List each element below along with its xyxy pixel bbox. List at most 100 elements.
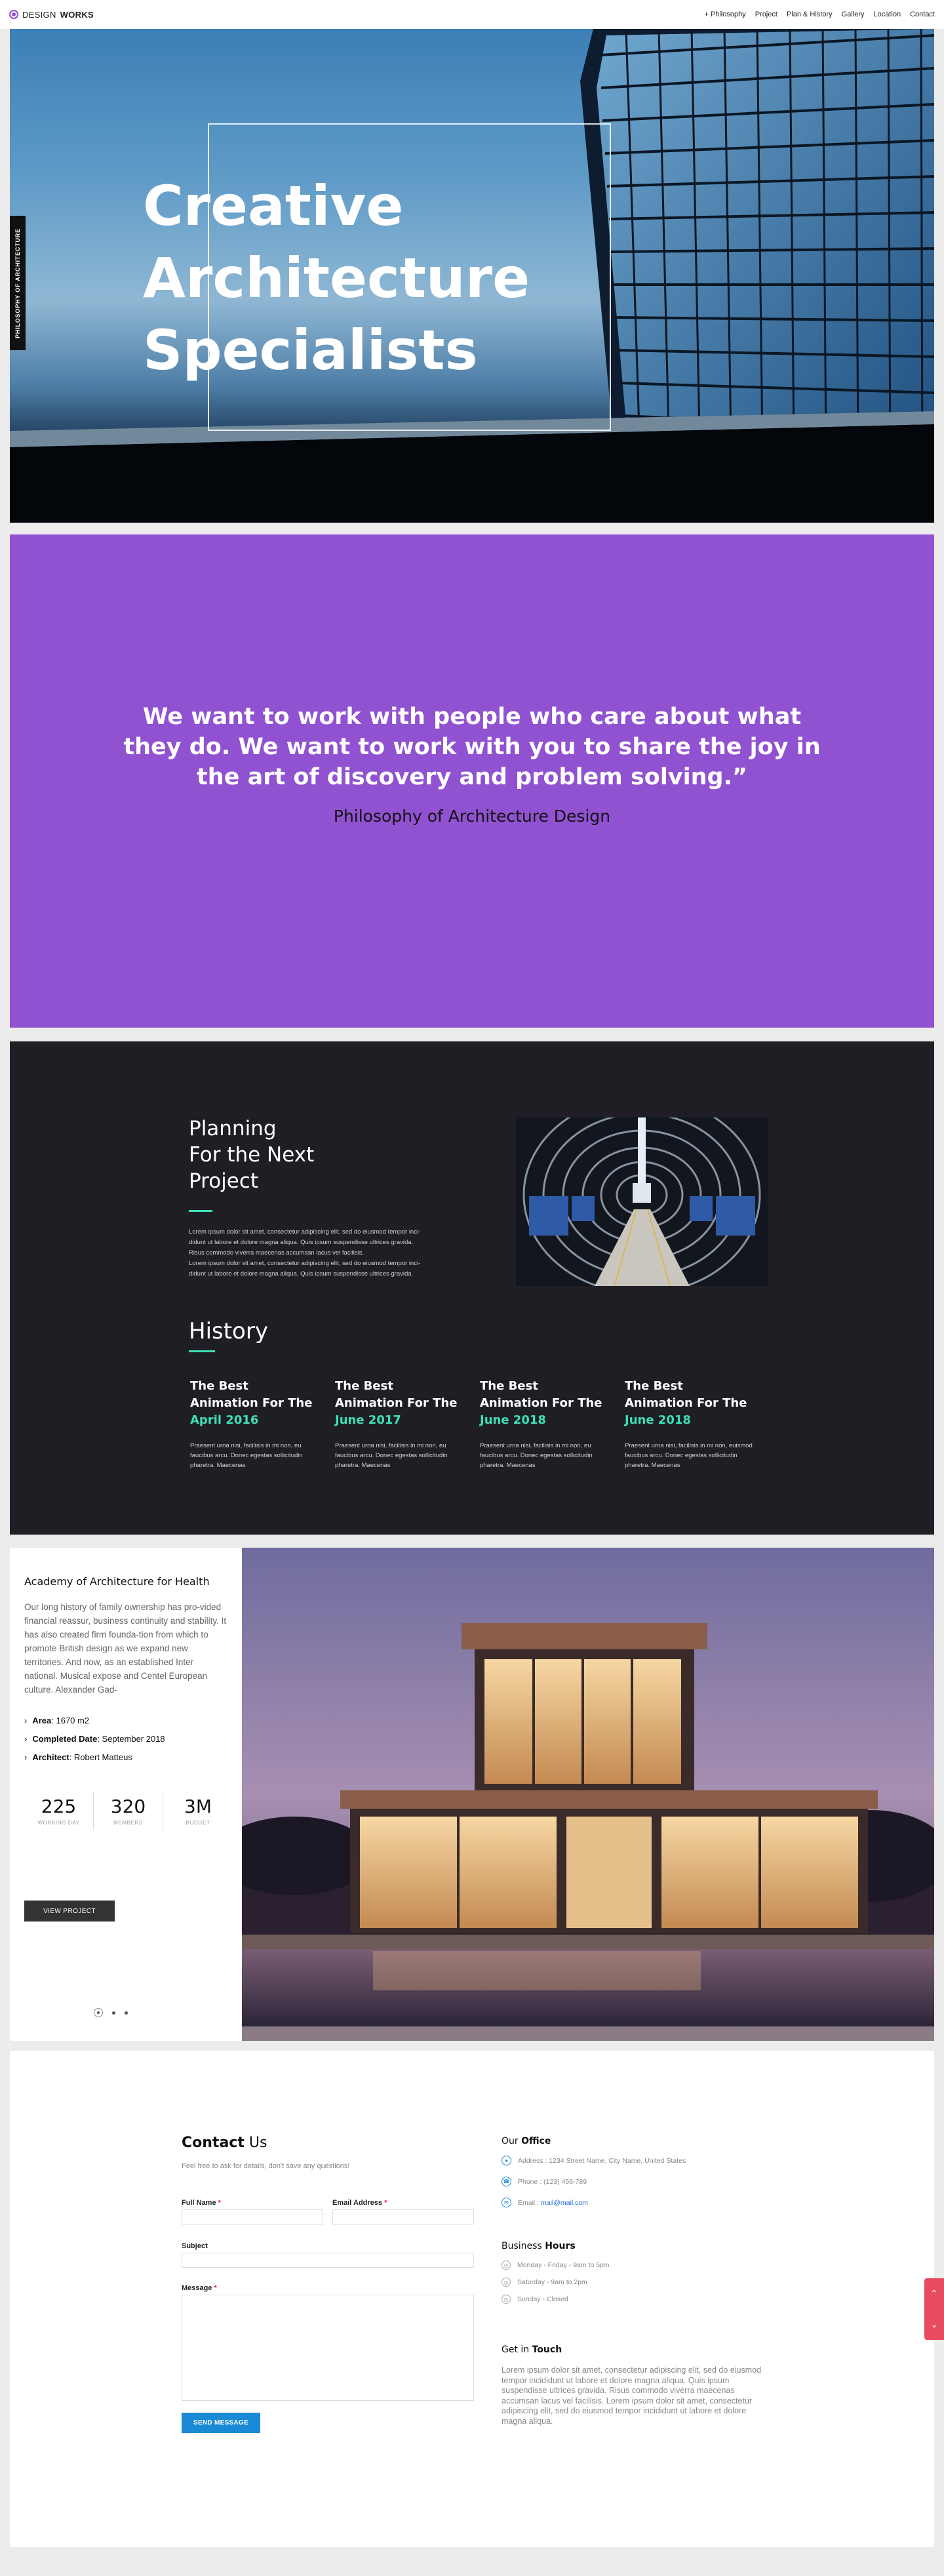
scroll-controls: ⌃ ⌄	[924, 2278, 944, 2340]
envelope-icon: ✉	[502, 2198, 511, 2207]
contact-section: Contact Us Feel free to ask for details,…	[10, 2051, 934, 2547]
philosophy-section: We want to work with people who care abo…	[10, 534, 934, 1028]
clock-icon: ◷	[502, 2278, 511, 2287]
carousel-dot[interactable]	[125, 2011, 128, 2015]
carousel-dot[interactable]	[112, 2011, 115, 2015]
history-item-heading-2: Animation For The	[335, 1396, 458, 1410]
history-item-heading-2: Animation For The	[625, 1396, 747, 1410]
project-specs: Area: 1670 m2 Completed Date: September …	[24, 1712, 165, 1767]
subject-label: Subject	[182, 2242, 208, 2250]
hero-side-text: PHILOSOPHY OF ARCHITECTURE	[14, 228, 21, 338]
history-item: The Best Animation For The June 2018 Pra…	[480, 1378, 611, 1470]
scroll-up-icon[interactable]: ⌃	[930, 2288, 938, 2299]
planning-body: Lorem ipsum dolor sit amet, consectetur …	[189, 1228, 421, 1278]
spec-architect: Architect: Robert Matteus	[24, 1748, 165, 1767]
house-image	[242, 1548, 934, 2041]
project-details: Academy of Architecture for Health Our l…	[10, 1548, 242, 2041]
map-pin-icon: ●	[502, 2156, 511, 2165]
project-title: Academy of Architecture for Health	[24, 1575, 210, 1588]
spec-completed-date: Completed Date: September 2018	[24, 1730, 165, 1748]
history-item-date: June 2017	[335, 1413, 401, 1427]
history-item-heading-2: Animation For The	[190, 1396, 313, 1410]
phone-icon: ☎	[502, 2177, 511, 2186]
contact-subtitle: Feel free to ask for details, don't save…	[182, 2162, 350, 2170]
history-item-body: Praesent urna nisi, facilisis in mi non,…	[480, 1442, 593, 1469]
carousel-dots	[94, 2008, 128, 2017]
history-item-heading-1: The Best	[190, 1379, 248, 1393]
hours-sunday: ◷ Sunday - Closed	[502, 2295, 568, 2304]
history-item-body: Praesent urna nisi, facilisis in mi non,…	[625, 1442, 753, 1469]
history-item-heading-1: The Best	[480, 1379, 538, 1393]
stat-working-day: 225 WORKING DAY	[24, 1792, 94, 1830]
hero-section: Creative Architecture Specialists PHILOS…	[10, 29, 934, 523]
nav-plan-history[interactable]: Plan & History	[787, 10, 833, 18]
history-accent-line	[189, 1350, 215, 1352]
project-section: Academy of Architecture for Health Our l…	[10, 1548, 934, 2041]
full-name-label: Full Name *	[182, 2199, 221, 2207]
main-nav: + Philosophy Project Plan & History Gall…	[704, 10, 935, 18]
subject-input[interactable]	[182, 2253, 474, 2268]
project-stats: 225 WORKING DAY 320 MEMBERS 3M BUDGET	[24, 1792, 233, 1830]
history-item-body: Praesent urna nisi, facilisis in mi non,…	[190, 1442, 303, 1469]
project-description: Our long history of family ownership has…	[24, 1602, 227, 1695]
office-email: ✉ Email : mail@mail.com	[502, 2198, 588, 2207]
stat-label: BUDGET	[186, 1820, 210, 1826]
message-textarea[interactable]	[182, 2295, 474, 2401]
office-address: ● Address : 1234 Street Name, City Name,…	[502, 2156, 686, 2165]
philosophy-quote: We want to work with people who care abo…	[123, 704, 821, 790]
nav-project[interactable]: Project	[755, 10, 777, 18]
email-input[interactable]	[332, 2209, 474, 2224]
stat-label: MEMBERS	[113, 1820, 143, 1826]
hero-title: Creative Architecture Specialists	[143, 174, 530, 382]
scroll-down-icon[interactable]: ⌄	[930, 2319, 938, 2330]
full-name-input[interactable]	[182, 2209, 323, 2224]
email-label: Email Address *	[332, 2199, 387, 2207]
stat-budget: 3M BUDGET	[163, 1792, 233, 1830]
logo[interactable]: DESIGN WORKS	[9, 10, 94, 20]
nav-philosophy[interactable]: + Philosophy	[704, 10, 745, 18]
nav-gallery[interactable]: Gallery	[842, 10, 865, 18]
history-item-date: June 2018	[625, 1413, 691, 1427]
hours-saturday: ◷ Saturday - 9am to 2pm	[502, 2278, 587, 2287]
history-item: The Best Animation For The June 2017 Pra…	[335, 1378, 466, 1470]
planning-accent-line	[189, 1210, 212, 1212]
hero-side-label: PHILOSOPHY OF ARCHITECTURE	[10, 216, 26, 350]
touch-title: Get in Touch	[502, 2345, 562, 2355]
stat-value: 225	[41, 1796, 77, 1817]
philosophy-attribution: Philosophy of Architecture Design	[333, 807, 611, 826]
stat-members: 320 MEMBERS	[94, 1792, 163, 1830]
contact-title: Contact Us	[182, 2135, 267, 2151]
history-item-heading-1: The Best	[625, 1379, 683, 1393]
logo-light: DESIGN	[22, 9, 56, 20]
carousel-dot-active[interactable]	[94, 2008, 103, 2017]
tunnel-image	[516, 1117, 768, 1286]
spec-area: Area: 1670 m2	[24, 1712, 165, 1730]
history-item: The Best Animation For The April 2016 Pr…	[190, 1378, 321, 1470]
nav-contact[interactable]: Contact	[910, 10, 935, 18]
site-header: DESIGN WORKS + Philosophy Project Plan & …	[0, 0, 944, 29]
stat-label: WORKING DAY	[37, 1820, 80, 1826]
send-message-button[interactable]: SEND MESSAGE	[182, 2413, 260, 2433]
history-item-date: June 2018	[480, 1413, 546, 1427]
history-item-heading-1: The Best	[335, 1379, 393, 1393]
history-item: The Best Animation For The June 2018 Pra…	[625, 1378, 756, 1470]
history-item-heading-2: Animation For The	[480, 1396, 602, 1410]
logo-bold: WORKS	[60, 9, 94, 20]
view-project-button[interactable]: VIEW PROJECT	[24, 1901, 115, 1922]
history-item-body: Praesent urna nisi, facilisis in mi non,…	[335, 1442, 448, 1469]
logo-icon	[9, 10, 18, 19]
clock-icon: ◷	[502, 2295, 511, 2304]
nav-location[interactable]: Location	[873, 10, 901, 18]
message-label: Message *	[182, 2284, 217, 2292]
email-link[interactable]: mail@mail.com	[541, 2199, 588, 2207]
touch-text: Lorem ipsum dolor sit amet, consectetur …	[502, 2365, 762, 2426]
hours-title: Business Hours	[502, 2241, 576, 2251]
hours-weekday: ◷ Monday - Friday - 9am to 5pm	[502, 2261, 610, 2270]
office-phone: ☎ Phone : (123) 456-789	[502, 2177, 587, 2186]
plan-history-section: Planning For the Next Project Lorem ipsu…	[10, 1041, 934, 1535]
planning-title: Planning For the Next Project	[189, 1117, 315, 1193]
office-title: Our Office	[502, 2136, 551, 2146]
history-item-date: April 2016	[190, 1413, 259, 1427]
clock-icon: ◷	[502, 2261, 511, 2270]
stat-value: 3M	[184, 1796, 212, 1817]
